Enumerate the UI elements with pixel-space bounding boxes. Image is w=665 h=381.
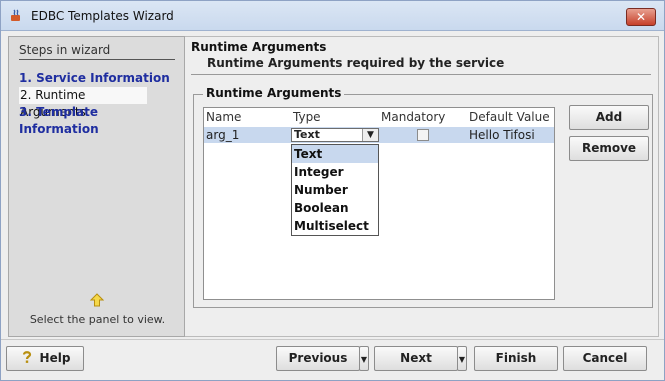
mandatory-checkbox[interactable] [417,129,429,141]
close-icon: ✕ [635,10,647,24]
type-dropdown-list: Text Integer Number Boolean Multiselect [291,144,379,236]
remove-button[interactable]: Remove [569,136,649,161]
column-header-mandatory[interactable]: Mandatory [381,110,445,124]
type-combobox[interactable]: Text ▼ [291,128,379,142]
help-icon [22,351,31,363]
arguments-table[interactable]: Name Type Mandatory Default Value arg_1 … [203,107,555,300]
step-template-information[interactable]: 3. Template Information [19,104,179,136]
chevron-down-icon[interactable]: ▼ [362,129,378,141]
wizard-window: EDBC Templates Wizard ✕ Steps in wizard … [0,0,665,381]
next-dropdown-button[interactable]: ▼ [457,346,467,371]
finish-button[interactable]: Finish [474,346,558,371]
type-combobox-value: Text [294,128,320,141]
steps-title: Steps in wizard [19,43,175,60]
dropdown-option-number[interactable]: Number [292,181,378,199]
column-header-default-value[interactable]: Default Value [469,110,550,124]
step-runtime-arguments[interactable]: 2. Runtime Arguments [19,87,147,119]
java-app-icon [11,9,20,21]
chevron-down-icon: ▼ [458,355,466,364]
close-button[interactable]: ✕ [626,8,656,26]
page-subtitle: Runtime Arguments required by the servic… [207,56,505,70]
steps-list: 1. Service Information 2. Runtime Argume… [19,70,179,136]
page-title: Runtime Arguments [191,40,327,54]
cancel-button[interactable]: Cancel [563,346,647,371]
previous-dropdown-button[interactable]: ▼ [359,346,369,371]
arrow-up-icon [90,293,104,307]
wizard-content: Steps in wizard 1. Service Information 2… [8,36,659,337]
table-row[interactable]: arg_1 Text ▼ Hello Tifosi [204,127,554,143]
step-service-information[interactable]: 1. Service Information [19,70,179,87]
column-header-name[interactable]: Name [206,110,241,124]
dropdown-option-multiselect[interactable]: Multiselect [292,217,378,235]
footer-bar: Help Previous ▼ Next ▼ Finish Cancel [1,339,664,381]
hint-text: Select the panel to view. [29,313,166,326]
previous-button[interactable]: Previous [276,346,360,371]
dropdown-option-text[interactable]: Text [292,145,378,163]
add-button[interactable]: Add [569,105,649,130]
cell-default-value[interactable]: Hello Tifosi [469,128,535,142]
help-button-label: Help [39,351,71,365]
runtime-arguments-group: Runtime Arguments Name Type Mandatory De… [193,86,653,308]
cell-name[interactable]: arg_1 [206,128,239,142]
dropdown-option-boolean[interactable]: Boolean [292,199,378,217]
steps-panel: Steps in wizard 1. Service Information 2… [8,36,185,337]
chevron-down-icon: ▼ [360,355,368,364]
page-header: Runtime Arguments Runtime Arguments requ… [191,39,651,75]
title-bar[interactable]: EDBC Templates Wizard ✕ [1,1,664,31]
help-button[interactable]: Help [6,346,84,371]
main-panel: Runtime Arguments Runtime Arguments requ… [185,36,659,337]
window-title: EDBC Templates Wizard [31,9,174,23]
column-header-type[interactable]: Type [293,110,321,124]
table-header: Name Type Mandatory Default Value [204,108,554,126]
group-legend: Runtime Arguments [203,86,345,100]
dropdown-option-integer[interactable]: Integer [292,163,378,181]
next-button[interactable]: Next [374,346,458,371]
